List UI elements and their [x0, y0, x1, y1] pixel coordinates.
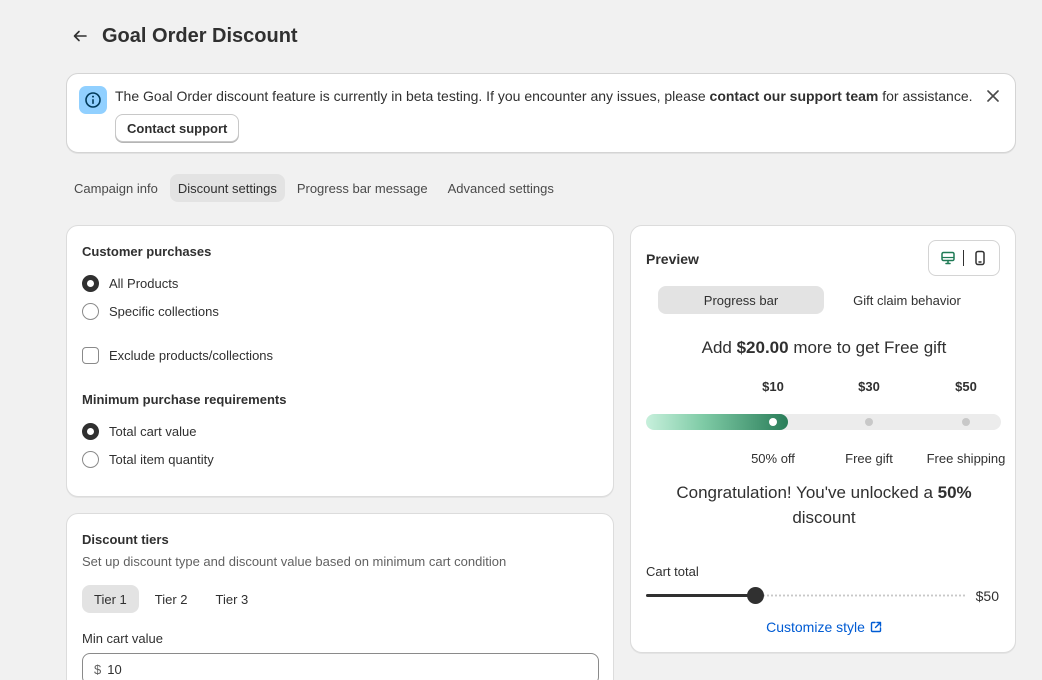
radio-unselected[interactable]: [82, 303, 99, 320]
congrats-text: discount: [792, 508, 856, 527]
tier-tabs: Tier 1 Tier 2 Tier 3: [82, 585, 260, 613]
progress-fill: [646, 414, 788, 430]
banner-text-part: The Goal Order discount feature is curre…: [115, 88, 710, 104]
radio-unselected[interactable]: [82, 451, 99, 468]
discount-tiers-title: Discount tiers: [82, 532, 169, 547]
cart-total-slider-thumb[interactable]: [747, 587, 764, 604]
min-cart-value-field[interactable]: $: [82, 653, 599, 680]
milestone-amount: $50: [955, 379, 977, 394]
specific-collections-radio[interactable]: Specific collections: [82, 303, 219, 320]
tab-tier-1[interactable]: Tier 1: [82, 585, 139, 613]
tab-tier-2[interactable]: Tier 2: [143, 585, 200, 613]
cart-total-slider-fill: [646, 594, 755, 597]
banner-text-part: for assistance.: [878, 88, 973, 104]
radio-label: Total cart value: [109, 424, 197, 439]
all-products-radio[interactable]: All Products: [82, 275, 178, 292]
milestone-reward: Free shipping: [926, 451, 1006, 466]
tab-advanced-settings[interactable]: Advanced settings: [440, 174, 562, 202]
page-header: Goal Order Discount: [66, 22, 298, 50]
radio-selected[interactable]: [82, 423, 99, 440]
currency-prefix: $: [94, 661, 102, 677]
total-item-quantity-radio[interactable]: Total item quantity: [82, 451, 214, 468]
milestone-amount: $10: [762, 379, 784, 394]
segment-progress-bar[interactable]: Progress bar: [658, 286, 824, 314]
customize-style-link[interactable]: Customize style: [631, 619, 1017, 635]
min-cart-value-label: Min cart value: [82, 631, 163, 646]
radio-selected[interactable]: [82, 275, 99, 292]
back-arrow-icon[interactable]: [66, 22, 94, 50]
preview-title: Preview: [646, 251, 699, 267]
milestone-amount: $30: [858, 379, 880, 394]
external-link-icon: [870, 621, 882, 633]
congrats-discount: 50%: [937, 483, 972, 502]
settings-tabs: Campaign info Discount settings Progress…: [66, 174, 562, 202]
mobile-icon[interactable]: [969, 247, 991, 269]
milestone-dot: [865, 418, 873, 426]
goal-text: more to get Free gift: [788, 338, 947, 357]
milestone-reward: 50% off: [751, 451, 795, 466]
customer-purchases-card: Customer purchases All Products Specific…: [66, 225, 614, 497]
close-icon[interactable]: [983, 86, 1003, 106]
radio-label: Total item quantity: [109, 452, 214, 467]
discount-tiers-card: Discount tiers Set up discount type and …: [66, 513, 614, 680]
milestone-dot: [962, 418, 970, 426]
congrats-text: Congratulation! You've unlocked a: [676, 483, 938, 502]
goal-amount: $20.00: [736, 338, 789, 357]
contact-support-button[interactable]: Contact support: [115, 114, 240, 142]
desktop-icon[interactable]: [937, 247, 959, 269]
preview-card: Preview Progress bar Gift claim behavior…: [630, 225, 1016, 653]
minimum-requirements-title: Minimum purchase requirements: [82, 392, 287, 407]
page-title: Goal Order Discount: [102, 24, 298, 47]
milestone-reward: Free gift: [845, 451, 893, 466]
customize-style-label[interactable]: Customize style: [766, 619, 865, 635]
milestone-dot: [769, 418, 777, 426]
min-cart-value-input[interactable]: [107, 661, 508, 677]
tab-tier-3[interactable]: Tier 3: [204, 585, 261, 613]
goal-message: Add $20.00 more to get Free gift: [631, 338, 1017, 358]
tab-progress-bar-message[interactable]: Progress bar message: [289, 174, 436, 202]
exclude-products-checkbox[interactable]: Exclude products/collections: [82, 347, 273, 364]
cart-total-label: Cart total: [646, 564, 699, 579]
banner-message: The Goal Order discount feature is curre…: [115, 88, 973, 105]
goal-text: Add: [701, 338, 737, 357]
beta-info-banner: The Goal Order discount feature is curre…: [66, 73, 1016, 153]
radio-label: All Products: [109, 276, 179, 291]
info-icon: [79, 86, 107, 114]
cart-total-max: $50: [975, 588, 999, 604]
tab-campaign-info[interactable]: Campaign info: [66, 174, 166, 202]
tab-discount-settings[interactable]: Discount settings: [169, 174, 285, 202]
congrats-message: Congratulation! You've unlocked a 50% di…: [651, 480, 997, 530]
total-cart-value-radio[interactable]: Total cart value: [82, 423, 196, 440]
checkbox-label: Exclude products/collections: [109, 348, 274, 363]
device-toggle: [928, 240, 1000, 276]
radio-label: Specific collections: [109, 304, 219, 319]
banner-text-bold: contact our support team: [709, 88, 879, 104]
preview-segmented-control: Progress bar Gift claim behavior: [658, 286, 990, 314]
discount-tiers-description: Set up discount type and discount value …: [82, 554, 507, 569]
checkbox[interactable]: [82, 347, 99, 364]
segment-gift-claim-behavior[interactable]: Gift claim behavior: [824, 286, 990, 314]
progress-track: [646, 414, 1001, 430]
divider: [963, 250, 965, 266]
customer-purchases-title: Customer purchases: [82, 244, 212, 259]
